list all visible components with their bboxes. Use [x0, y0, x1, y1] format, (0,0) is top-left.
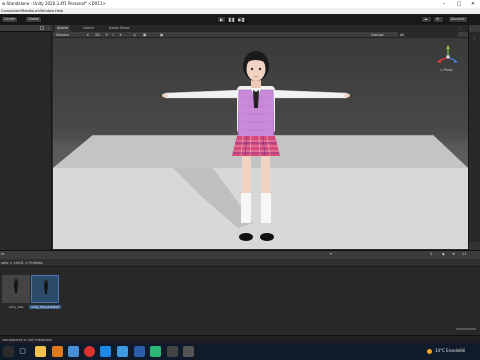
tab-game[interactable]: Game	[81, 25, 96, 32]
prefab-thumbnail	[31, 275, 59, 303]
search-icon[interactable]: ⚲	[430, 252, 433, 256]
taskbar: ▢ 14°C Ensoleillé	[0, 343, 480, 360]
file-explorer-icon[interactable]	[35, 346, 46, 357]
project-panel: ts ▾ ⚲ ◆ ★ 11 sets > chr01 > Prefabs uni…	[0, 250, 480, 335]
status-message: component is not initialized	[2, 338, 52, 342]
menu-help[interactable]: Help	[55, 9, 63, 13]
breadcrumb: sets > chr01 > Prefabs	[0, 259, 480, 267]
maximize-button[interactable]: □	[452, 0, 466, 8]
hierarchy-panel: ⋮	[0, 25, 52, 250]
more-icon[interactable]: ⋮	[46, 26, 50, 31]
app-icon[interactable]	[52, 346, 63, 357]
more-icon[interactable]: ⋮	[472, 35, 476, 40]
app-icon[interactable]	[150, 346, 161, 357]
favorite-icon[interactable]: ★	[452, 252, 455, 256]
account-button[interactable]: Account	[448, 16, 468, 23]
asset-label: unity_50a	[8, 305, 24, 309]
minimize-button[interactable]: –	[437, 0, 451, 8]
scene-viewport[interactable]: < Persp	[53, 38, 468, 249]
filter-icon[interactable]: ◆	[442, 252, 445, 256]
more-icon[interactable]: ⋮	[458, 26, 462, 31]
status-bar: component is not initialized	[0, 335, 480, 343]
weather-text: 14°C Ensoleillé	[435, 348, 466, 353]
hierarchy-header	[0, 25, 52, 32]
asset-item[interactable]: unity_50a_Rotated	[29, 275, 61, 311]
zoom-slider[interactable]	[456, 328, 476, 330]
app-icon[interactable]	[134, 346, 145, 357]
hidden-count-icon: 11	[462, 252, 467, 256]
inspector-footer	[469, 242, 480, 250]
app-icon[interactable]	[117, 346, 128, 357]
breadcrumb-path[interactable]: sets > chr01 > Prefabs	[1, 261, 43, 265]
cloud-icon[interactable]: ⚙	[433, 16, 444, 23]
project-toolbar: ts ▾ ⚲ ◆ ★ 11	[0, 251, 480, 259]
pivot-center-button[interactable]: Center	[1, 16, 19, 23]
weather-icon	[427, 349, 432, 354]
menu-window[interactable]: Window	[40, 9, 54, 13]
main-toolbar: Center Global ▶ ❚❚ ▶❚ ☁ ⚙ Account	[0, 14, 480, 25]
menu-component[interactable]: Component	[1, 9, 22, 13]
collab-button[interactable]: ☁	[421, 16, 432, 23]
asset-label: unity_50a_Rotated	[29, 305, 61, 309]
scene-render	[53, 45, 468, 249]
asset-item[interactable]: unity_50a	[2, 275, 30, 311]
unity-icon[interactable]	[167, 346, 178, 357]
step-button[interactable]: ▶❚	[237, 16, 246, 23]
unity-editor-icon[interactable]	[183, 346, 194, 357]
scene-tabs: Scene Game Asset Store ⋮	[53, 25, 468, 32]
menu-realtouch[interactable]: Realtouch	[22, 9, 40, 13]
tab-scene[interactable]: Scene	[55, 25, 70, 32]
play-button[interactable]: ▶	[217, 16, 226, 23]
window-title-bar: w Standalone - Unity 2020.3.4f1 Personal…	[0, 0, 480, 8]
global-local-button[interactable]: Global	[25, 16, 42, 23]
opera-icon[interactable]	[84, 346, 95, 357]
search-icon[interactable]	[40, 26, 44, 30]
close-button[interactable]: ✕	[466, 0, 480, 8]
app-icon[interactable]	[68, 346, 79, 357]
orientation-gizmo	[437, 45, 458, 63]
inspector-header	[469, 25, 480, 32]
inspector-panel: ⋮	[468, 25, 480, 250]
prefab-thumbnail	[2, 275, 30, 303]
tab-asset-store[interactable]: Asset Store	[107, 25, 131, 32]
window-title: w Standalone - Unity 2020.3.4f1 Personal…	[2, 1, 106, 6]
app-icon[interactable]	[100, 346, 111, 357]
persp-label[interactable]: < Persp	[440, 68, 452, 72]
pause-button[interactable]: ❚❚	[227, 16, 236, 23]
project-tab[interactable]: ts	[1, 252, 4, 256]
task-view-icon[interactable]: ▢	[17, 346, 28, 357]
start-icon[interactable]	[3, 346, 14, 357]
add-icon[interactable]: ▾	[330, 252, 332, 256]
